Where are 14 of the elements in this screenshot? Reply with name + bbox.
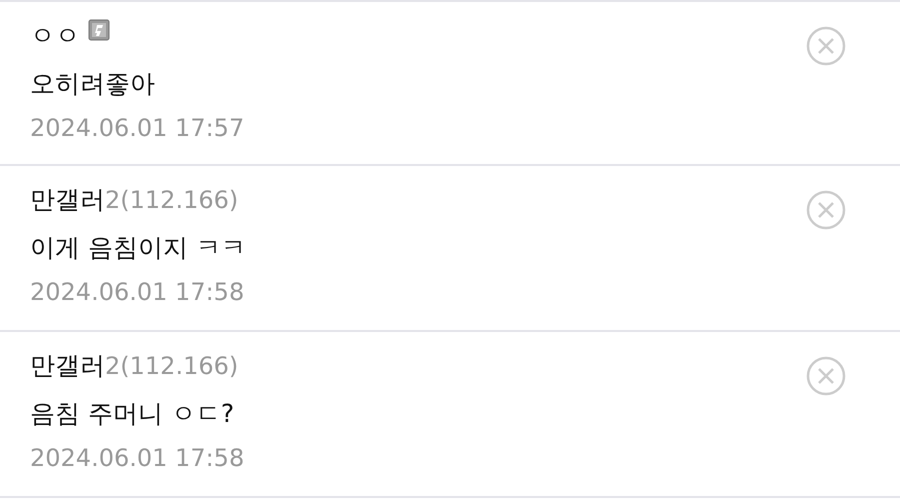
- comment-text: 오히려좋아: [30, 68, 156, 100]
- comment-date: 2024.06.01 17:58: [30, 277, 246, 308]
- author-name: ㅇㅇ: [30, 20, 80, 52]
- author-name: 만갤러: [30, 184, 105, 216]
- delete-button[interactable]: [806, 356, 846, 396]
- comment-date: 2024.06.01 17:57: [30, 113, 244, 144]
- delete-button[interactable]: [806, 190, 846, 230]
- comment-date: 2024.06.01 17:58: [30, 443, 244, 474]
- ip-address: 2(112.166): [105, 351, 238, 382]
- delete-button[interactable]: [806, 26, 846, 66]
- comment-text: 이게 음침이지 ㅋㅋ: [30, 232, 246, 264]
- comment-text: 음침 주머니 ㅇㄷ?: [30, 398, 236, 430]
- ip-address: 2(112.166): [105, 185, 238, 216]
- author-name: 만갤러: [30, 350, 105, 382]
